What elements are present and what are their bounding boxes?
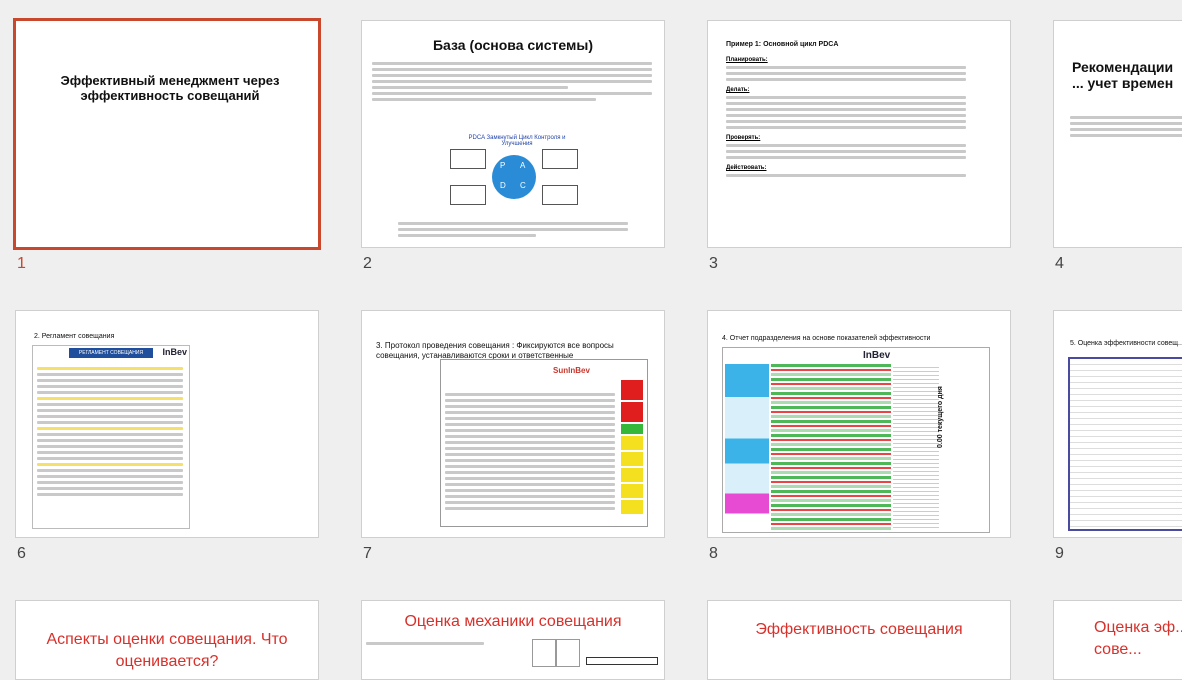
pdca-c: C — [520, 181, 526, 190]
slide-number-9: 9 — [1055, 545, 1064, 562]
slide-7-title: 3. Протокол проведения совещания : Фикси… — [376, 341, 614, 360]
slide-thumbnail-10[interactable]: Аспекты оценки совещания. Что оцениваетс… — [15, 600, 319, 680]
slide-thumbnail-7[interactable]: 3. Протокол проведения совещания : Фикси… — [361, 310, 665, 538]
pdca-a: A — [520, 161, 526, 170]
slide-thumbnail-13[interactable]: Оценка эф... сове... — [1053, 600, 1182, 680]
slide-6-logo: InBev — [162, 347, 187, 357]
slide-8-title: 4. Отчет подразделения на основе показат… — [722, 335, 931, 342]
slide-thumbnail-12[interactable]: Эффективность совещания — [707, 600, 1011, 680]
slide-number-8: 8 — [709, 545, 718, 562]
slide-8-logo: InBev — [863, 350, 891, 361]
slide-13-title: Оценка эф... сове... — [1094, 619, 1182, 658]
slide-thumbnail-11[interactable]: Оценка механики совещания — [361, 600, 665, 680]
slide-9-title: 5. Оценка эффективности совещ... Проводи… — [1070, 340, 1182, 347]
slide-thumbnail-3[interactable]: Пример 1: Основной цикл PDCA Планировать… — [707, 20, 1011, 248]
slide-6-title: 2. Регламент совещания — [34, 333, 115, 340]
slide-thumbnail-4[interactable]: Рекомендации ... учет времен — [1053, 20, 1182, 248]
slide-6-banner: РЕГЛАМЕНТ СОВЕЩАНИЯ — [69, 348, 153, 358]
slide-3-item-act: Действовать: — [726, 165, 767, 171]
slide-11-title: Оценка механики совещания — [404, 613, 622, 630]
slide-number-2: 2 — [363, 255, 372, 272]
slide-10-title: Аспекты оценки совещания. Что оцениваетс… — [46, 631, 288, 670]
slide-7-logo: SunInBev — [553, 366, 590, 375]
slide-thumbnail-6[interactable]: 2. Регламент совещания РЕГЛАМЕНТ СОВЕЩАН… — [15, 310, 319, 538]
pdca-d: D — [500, 181, 506, 190]
slide-1-title: Эффективный менеджмент через эффективнос… — [60, 73, 280, 103]
slide-number-6: 6 — [17, 545, 26, 562]
slide-3-item-check: Проверять: — [726, 135, 761, 141]
slide-thumbnail-2[interactable]: База (основа системы) PDCA Замкнутый Цик… — [361, 20, 665, 248]
slide-3-item-do: Делать: — [726, 87, 750, 93]
slide-number-7: 7 — [363, 545, 372, 562]
slide-2-diagram-title: PDCA Замкнутый Цикл Контроля и Улучшения — [468, 135, 566, 147]
slide-4-title: Рекомендации ... учет времен — [1072, 59, 1174, 91]
slide-2-title: База (основа системы) — [432, 37, 593, 53]
slide-8-side-label: 0.00 текущего дня — [937, 386, 944, 448]
pdca-p: P — [500, 161, 506, 170]
slide-12-title: Эффективность совещания — [755, 621, 963, 638]
slide-number-3: 3 — [709, 255, 718, 272]
slide-3-title: Пример 1: Основной цикл PDCA — [726, 41, 839, 48]
slide-3-item-plan: Планировать: — [726, 57, 768, 63]
slide-thumbnail-8[interactable]: 4. Отчет подразделения на основе показат… — [707, 310, 1011, 538]
slide-thumbnail-1[interactable]: Эффективный менеджмент через эффективнос… — [13, 18, 321, 250]
slide-number-1: 1 — [17, 255, 26, 272]
slide-number-4: 4 — [1055, 255, 1064, 272]
pdca-cycle: P A D C — [492, 155, 536, 199]
slide-thumbnail-9[interactable]: 5. Оценка эффективности совещ... Проводи… — [1053, 310, 1182, 538]
